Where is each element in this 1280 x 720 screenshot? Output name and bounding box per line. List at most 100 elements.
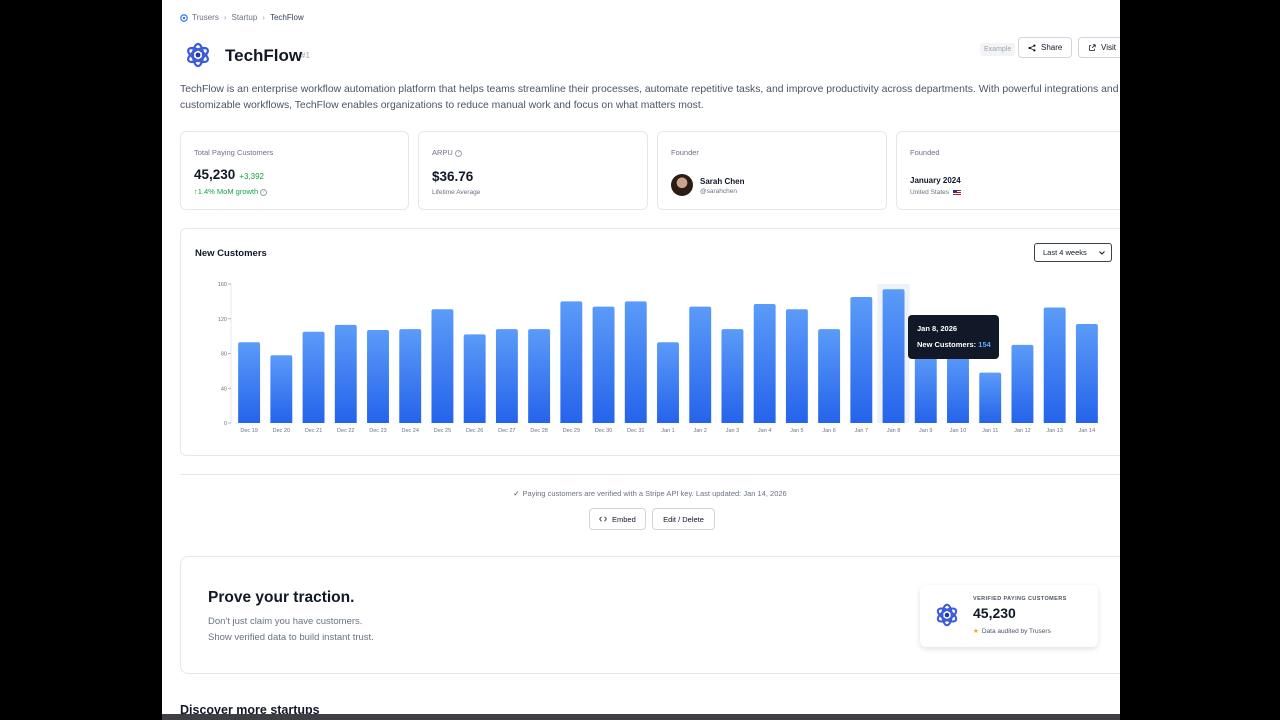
breadcrumb: Trusers › Startup › TechFlow [180,13,304,22]
arpu-card: ARPU? $36.76 Lifetime Average [418,131,648,210]
customers-value: 45,230 +3,392 [194,167,264,182]
x-tick-label: Dec 28 [530,428,547,434]
rank-label: #1 [301,51,310,60]
arpu-sub: Lifetime Average [432,189,481,196]
x-tick-label: Jan 8 [887,428,900,434]
y-tick-label: 0 [224,421,227,427]
example-badge: Example [980,43,1016,56]
page: Trusers › Startup › TechFlow TechFlow #1… [162,0,1120,716]
x-tick-label: Jan 7 [855,428,868,434]
x-tick-label: Dec 29 [563,428,580,434]
growth-text: ↑1.4% MoM growth [194,187,259,196]
bar-dec-23[interactable] [367,330,389,423]
bar-dec-22[interactable] [334,324,357,423]
section-divider [180,474,1120,475]
bar-jan-13[interactable] [1043,307,1066,423]
bar-jan-14[interactable] [1075,323,1098,423]
bar-jan-2[interactable] [689,306,712,423]
badge-value: 45,230 [973,605,1016,621]
badge-audit-text: Data audited by Trusers [981,628,1051,635]
trusers-logo-icon [180,13,188,22]
avatar[interactable] [671,174,693,196]
customers-delta: +3,392 [239,172,264,181]
promo-line-2: Show verified data to build instant trus… [208,632,374,643]
x-tick-label: Jan 9 [919,428,932,434]
x-tick-label: Dec 26 [466,428,483,434]
bar-dec-24[interactable] [399,329,422,423]
tooltip-date: Jan 8, 2026 [917,324,958,333]
edit-delete-button[interactable]: Edit / Delete [652,508,715,530]
x-tick-label: Dec 23 [369,428,386,434]
page-title: TechFlow [225,46,303,65]
x-tick-label: Dec 27 [498,428,515,434]
bar-jan-11[interactable] [979,372,1002,423]
tooltip-value: 154 [978,340,991,349]
promo-title: Prove your traction. [208,589,355,606]
bar-jan-12[interactable] [1011,344,1034,423]
bar-dec-25[interactable] [431,309,454,423]
help-icon[interactable]: ? [260,188,268,196]
external-link-icon [1089,43,1096,51]
x-tick-label: Dec 22 [337,428,354,434]
tooltip-value-row: New Customers: 154 [917,340,991,349]
customers-card: Total Paying Customers 45,230 +3,392 ↑1.4… [180,131,409,210]
bar-jan-9[interactable] [914,355,937,423]
code-icon [599,516,607,522]
us-flag-icon [953,189,962,195]
x-tick-label: Dec 30 [595,428,612,434]
bar-dec-19[interactable] [238,342,261,423]
bar-jan-10[interactable] [947,353,969,424]
visit-label: Visit [1101,43,1116,52]
x-tick-label: Jan 3 [726,428,739,434]
bar-dec-29[interactable] [560,301,583,423]
tooltip-label: New Customers: [917,340,977,349]
bar-jan-7[interactable] [850,297,873,423]
help-icon[interactable]: ? [454,149,462,157]
bar-dec-27[interactable] [495,329,518,423]
x-tick-label: Dec 20 [273,428,290,434]
breadcrumb-current: TechFlow [269,13,304,22]
bar-jan-5[interactable] [785,309,808,423]
bar-dec-26[interactable] [463,334,486,423]
bar-jan-6[interactable] [818,329,841,423]
embed-button[interactable]: Embed [589,508,646,530]
founded-card: Founded January 2024 United States [896,131,1120,210]
x-tick-label: Dec 24 [402,428,419,434]
visit-button[interactable]: Visit [1078,37,1120,58]
bar-dec-20[interactable] [270,355,293,423]
customers-label: Total Paying Customers [194,148,274,157]
chart-tooltip: Jan 8, 2026 New Customers: 154 [908,315,999,359]
bar-jan-3[interactable] [721,329,744,423]
bar-dec-30[interactable] [592,306,615,423]
founded-label: Founded [910,148,940,157]
bar-jan-4[interactable] [753,303,776,423]
badge-label: VERIFIED PAYING CUSTOMERS [973,596,1067,602]
breadcrumb-root[interactable]: Trusers [192,13,219,22]
bar-dec-31[interactable] [624,301,647,423]
share-button[interactable]: Share [1018,37,1073,58]
founder-name[interactable]: Sarah Chen [700,177,744,186]
star-icon: ★ [973,628,979,635]
y-tick-label: 160 [218,282,227,288]
x-tick-label: Jan 14 [1079,428,1096,434]
x-tick-label: Jan 13 [1046,428,1063,434]
founder-handle[interactable]: @sarahchen [700,188,737,195]
techflow-logo-icon [187,42,209,68]
arpu-label: ARPU [432,148,453,157]
x-tick-label: Dec 31 [627,428,644,434]
founded-location-row: United States [910,189,962,196]
promo-section: Prove your traction. Don't just claim yo… [180,556,1120,674]
bar-jan-8[interactable] [882,289,905,423]
x-tick-label: Jan 4 [758,428,771,434]
bar-dec-21[interactable] [302,331,325,423]
verification-note: ✓ Paying customers are verified with a St… [180,489,1120,498]
breadcrumb-section[interactable]: Startup [232,13,258,22]
growth-indicator: ↑1.4% MoM growth? [194,187,268,196]
new-customers-chart-card: New Customers Last 4 weeks 0 40 80 120 160 De… [180,228,1120,456]
bar-jan-1[interactable] [657,342,679,423]
bar-dec-28[interactable] [528,329,551,423]
verified-badge-card: VERIFIED PAYING CUSTOMERS 45,230 ★ Data a… [920,585,1098,647]
founder-label: Founder [671,148,699,157]
founded-date: January 2024 [910,176,961,185]
bottom-bar [162,714,1120,720]
